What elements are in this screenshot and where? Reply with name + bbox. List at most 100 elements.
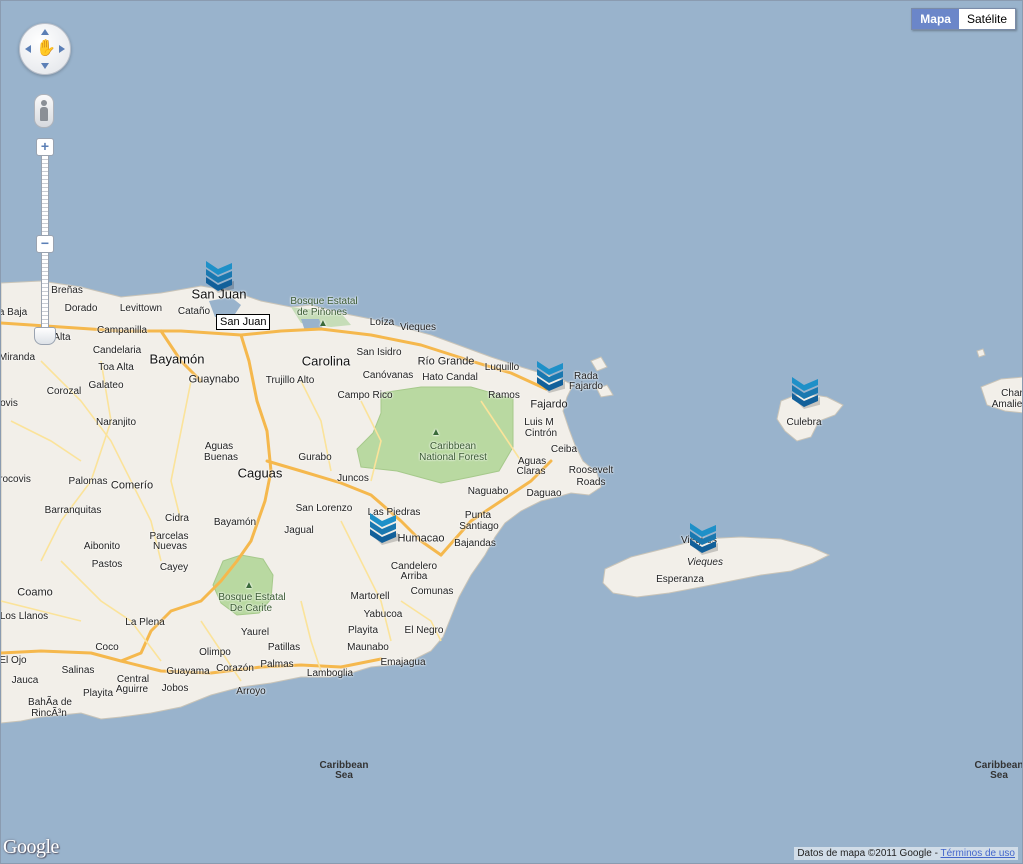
pan-up-arrow-icon[interactable] [41, 29, 49, 35]
place-label: San Isidro [356, 347, 402, 358]
place-label: Miranda [0, 352, 36, 363]
place-label: Santiago [459, 521, 499, 532]
tree-icon: ▲ [244, 580, 254, 591]
map-type-control: Mapa Satélite [911, 8, 1016, 30]
marker-tooltip: San Juan [216, 314, 271, 330]
place-label: Arriba [400, 571, 428, 582]
place-label: RincÃ³n [31, 708, 67, 719]
place-label: Nuevas [153, 541, 187, 552]
place-label: Barranquitas [44, 505, 102, 516]
place-label: Trujillo Alto [265, 375, 315, 386]
place-label: Río Grande [417, 355, 475, 368]
place-label: Guaynabo [188, 373, 240, 386]
place-label: Bayamón [213, 517, 257, 528]
pan-left-arrow-icon[interactable] [25, 45, 31, 53]
marker-san-juan[interactable] [204, 259, 234, 295]
place-label: Aguirre [115, 684, 149, 695]
google-logo[interactable]: Google [3, 836, 59, 859]
map-type-map-button[interactable]: Mapa [912, 9, 959, 29]
place-label: Ramos [488, 390, 520, 401]
place-label: Palomas [68, 476, 108, 487]
place-label: Toa Alta [98, 362, 134, 373]
place-label-culebra: Culebra [786, 417, 822, 428]
place-label: Campo Rico [337, 390, 393, 401]
marker-vieques[interactable] [688, 521, 718, 557]
place-label: Dorado [64, 303, 98, 314]
place-label: La Plena [125, 617, 165, 628]
pegman-head [41, 100, 47, 106]
place-label: Cintrón [524, 428, 558, 439]
place-label: Jobos [161, 683, 189, 694]
terms-of-use-link[interactable]: Términos de uso [941, 848, 1015, 859]
place-label: Roosevelt [568, 465, 614, 476]
zoom-out-button[interactable]: − [36, 235, 54, 253]
pegman-body [40, 107, 48, 121]
place-label: Amalie [991, 399, 1023, 410]
zoom-in-button[interactable]: + [36, 138, 54, 156]
hand-pan-icon[interactable]: ✋ [36, 38, 56, 58]
place-label: Guayama [166, 666, 210, 677]
place-label: Luis M [524, 417, 554, 428]
place-label: Fajardo [569, 381, 603, 392]
place-label: a Baja [0, 307, 28, 318]
park-label: Bosque Estatal [290, 296, 358, 307]
place-label: Buenas [204, 452, 238, 463]
place-label: Cidra [165, 513, 189, 524]
place-label: Naguabo [467, 486, 509, 497]
place-label: Comunas [410, 586, 454, 597]
marker-culebra[interactable] [790, 375, 820, 411]
city-label-bayamon: Bayamón [149, 351, 205, 367]
pan-down-arrow-icon[interactable] [41, 63, 49, 69]
pan-right-arrow-icon[interactable] [59, 45, 65, 53]
place-label: El Ojo [0, 655, 27, 666]
place-label: Maunabo [347, 642, 389, 653]
place-label: ovis [0, 398, 18, 409]
place-label: Lamboglia [306, 668, 354, 679]
place-label: Emajagua [380, 657, 426, 668]
place-label: Juncos [337, 473, 369, 484]
place-label: Punta [464, 510, 492, 521]
place-label: Comerío [110, 479, 154, 492]
place-label: Char [1001, 388, 1023, 399]
marker-humacao[interactable] [368, 511, 398, 547]
place-label: Aibonito [83, 541, 121, 552]
place-label: Canóvanas [362, 370, 414, 381]
tree-icon: ▲ [318, 318, 328, 329]
st-thomas-islet [976, 348, 986, 358]
place-label: Gurabo [298, 452, 332, 463]
place-label: Playita [347, 625, 379, 636]
place-label: Pastos [91, 559, 123, 570]
park-label: De Carite [229, 603, 273, 614]
park-label: Caribbean [429, 441, 477, 452]
place-label: Esperanza [656, 574, 704, 585]
fajardo-islets [590, 356, 608, 372]
marker-fajardo[interactable] [535, 359, 565, 395]
city-label-humacao: Humacao [397, 532, 445, 545]
place-label: Vieques [400, 322, 436, 333]
place-label: El Negro [404, 625, 444, 636]
pan-control: ✋ [19, 23, 71, 75]
place-label: Loíza [369, 317, 395, 328]
place-label: Salinas [61, 665, 95, 676]
place-label: Patillas [267, 642, 301, 653]
sea-label: Caribbean Sea [319, 760, 369, 781]
pegman-icon[interactable] [34, 94, 54, 128]
map-attribution: Datos de mapa ©2011 Google - Términos de… [794, 847, 1018, 860]
zoom-slider-thumb[interactable] [34, 327, 56, 345]
map-canvas[interactable]: Breñas Dorado Levittown Cataño San Juan … [0, 0, 1023, 864]
place-label: Levittown [119, 303, 163, 314]
place-label: Coamo [17, 586, 53, 599]
sea-label: Caribbean Sea [974, 760, 1023, 781]
city-label-carolina: Carolina [301, 353, 351, 369]
map-type-satellite-button[interactable]: Satélite [958, 9, 1015, 29]
city-label-fajardo: Fajardo [530, 398, 568, 411]
tree-icon: ▲ [431, 427, 441, 438]
place-label: Palmas [260, 659, 294, 670]
place-label: Coco [95, 642, 119, 653]
city-label-caguas: Caguas [237, 465, 283, 481]
place-label: San Lorenzo [295, 503, 353, 514]
place-label: Ceiba [550, 444, 578, 455]
place-label: Jauca [11, 675, 39, 686]
place-label: Claras [516, 466, 546, 477]
place-label: Olimpo [199, 647, 231, 658]
